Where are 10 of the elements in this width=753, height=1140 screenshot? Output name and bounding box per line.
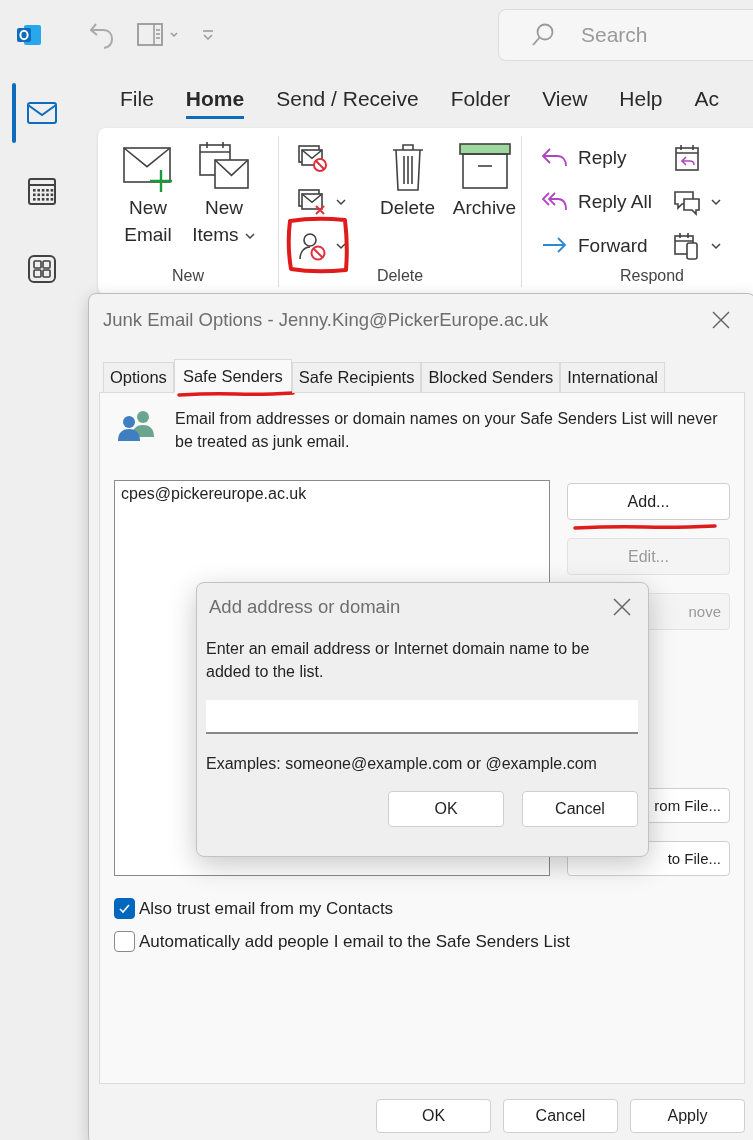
group-label: New bbox=[171, 267, 205, 286]
dialog-title: Junk Email Options - Jenny.King@PickerEurope.ac.uk bbox=[103, 309, 549, 331]
examples-text: Examples: someone@example.com or @example.com bbox=[206, 755, 598, 773]
dialog-title: Add address or domain bbox=[209, 596, 401, 618]
info-text: Email from addresses or domain names on your Safe Senders List will never be treated as junk email. bbox=[175, 409, 719, 452]
group-label: Respond bbox=[618, 267, 685, 286]
group-label: Delete bbox=[375, 267, 425, 286]
checkbox-label: Automatically add people I email to the Safe Senders List bbox=[139, 931, 570, 952]
prompt-text: Enter an email address or Internet domain name to be added to the list. bbox=[206, 639, 591, 682]
checkbox-label: Also trust email from my Contacts bbox=[139, 898, 394, 919]
